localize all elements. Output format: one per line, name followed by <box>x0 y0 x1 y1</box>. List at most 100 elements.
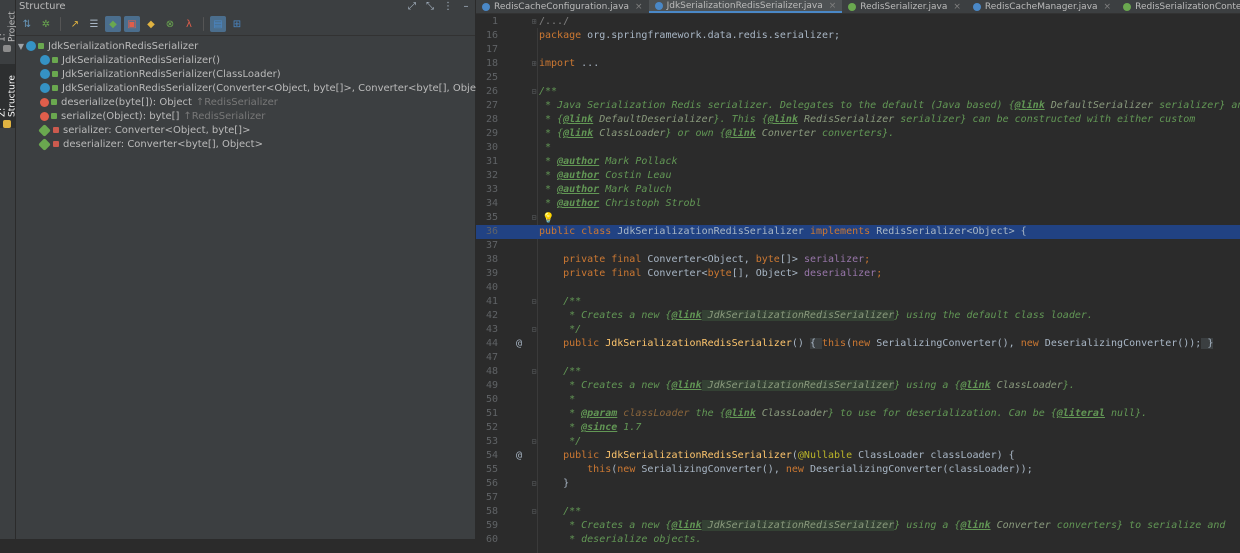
code-line[interactable]: 34 * @author Christoph Strobl <box>476 197 1240 211</box>
sort-visibility-icon[interactable]: ⇅ <box>19 16 35 32</box>
code-line[interactable]: 35 ⊟ 💡 <box>476 211 1240 225</box>
line-number: 44 <box>485 338 498 349</box>
fold-collapse-icon[interactable]: ⊟ <box>530 85 538 99</box>
editor-tab[interactable]: RedisSerializer.java × <box>842 0 967 13</box>
editor-tab[interactable]: RedisSerializationContext.java× <box>1117 0 1240 13</box>
fold-expand-icon[interactable]: ⊞ <box>530 15 538 29</box>
code-line[interactable]: 38 private final Converter<Object, byte[… <box>476 253 1240 267</box>
code-token: } <box>539 478 570 489</box>
fold-collapse-icon[interactable]: ⊟ <box>530 211 538 225</box>
tree-node[interactable]: serializer: Converter<Object, byte[]> <box>16 123 475 137</box>
code-line[interactable]: 44 @ public JdkSerializationRedisSerializ… <box>476 337 1240 351</box>
code-line[interactable]: 27 * Java Serialization Redis serializer… <box>476 99 1240 113</box>
code-line[interactable]: 50 * <box>476 393 1240 407</box>
tree-node[interactable]: JdkSerializationRedisSerializer(Converte… <box>16 81 498 95</box>
show-non-public-icon[interactable]: ▣ <box>124 16 140 32</box>
code-line[interactable]: 48 ⊟ /** <box>476 365 1240 379</box>
code-token: */ <box>539 324 582 335</box>
tree-node[interactable]: deserializer: Converter<byte[], Object> <box>16 137 475 151</box>
code-line[interactable]: 54 @ public JdkSerializationRedisSerializ… <box>476 449 1240 463</box>
autoscroll-from-source-icon[interactable]: λ <box>181 16 197 32</box>
fold-collapse-icon[interactable]: ⊟ <box>530 365 538 379</box>
code-line[interactable]: 28 * {@link DefaultDeserializer}. This {… <box>476 113 1240 127</box>
chevron-down-icon[interactable]: ▼ <box>16 42 26 51</box>
editor-tab[interactable]: JdkSerializationRedisSerializer.java × <box>648 0 843 13</box>
code-line[interactable]: 57 <box>476 491 1240 505</box>
line-number: 34 <box>485 198 498 209</box>
implementation-marker-icon[interactable]: @ <box>514 449 524 463</box>
close-icon[interactable]: × <box>1104 2 1112 12</box>
method-icon <box>40 97 49 107</box>
code-line[interactable]: 1 ⊞/.../ <box>476 15 1240 29</box>
code-line[interactable]: 25 <box>476 71 1240 85</box>
autoscroll-to-source-icon[interactable]: ⊗ <box>162 16 178 32</box>
settings-icon[interactable]: ⋮ <box>439 1 457 12</box>
show-inherited-icon[interactable]: ↗ <box>67 16 83 32</box>
code-line[interactable]: 16 package org.springframework.data.redis… <box>476 29 1240 43</box>
code-line[interactable]: 58 ⊟ /** <box>476 505 1240 519</box>
code-line[interactable]: 37 <box>476 239 1240 253</box>
fold-collapse-icon[interactable]: ⊟ <box>530 477 538 491</box>
code-line[interactable]: 51 * @param classLoader the {@link Class… <box>476 407 1240 421</box>
code-line[interactable]: 36 public class JdkSerializationRedisSeri… <box>476 225 1240 239</box>
toolbar-separator <box>60 17 61 31</box>
code-token: @link <box>671 310 702 321</box>
expand-all-icon[interactable]: ⊞ <box>229 16 245 32</box>
code-line[interactable]: 56 ⊟ } <box>476 477 1240 491</box>
tree-node[interactable]: deserialize(byte[]): Object ↑RedisSeriali… <box>16 95 475 109</box>
close-icon[interactable]: × <box>953 2 961 12</box>
minimize-icon[interactable]: – <box>457 1 475 12</box>
lightbulb-icon[interactable]: 💡 <box>542 212 554 224</box>
code-line[interactable]: 18 ⊞ import ... <box>476 57 1240 71</box>
code-token: JdkSerializationRedisSerializer <box>605 338 792 349</box>
show-lambdas-icon[interactable]: ◆ <box>143 16 159 32</box>
sort-alpha-icon[interactable]: ✲ <box>38 16 54 32</box>
code-line[interactable]: 52 * @since 1.7 <box>476 421 1240 435</box>
fold-expand-icon[interactable]: ⊞ <box>530 57 538 71</box>
implementation-marker-icon[interactable]: @ <box>514 337 524 351</box>
code-line[interactable]: 49 * Creates a new {@link JdkSerializati… <box>476 379 1240 393</box>
code-line[interactable]: 33 * @author Mark Paluch <box>476 183 1240 197</box>
tree-node[interactable]: JdkSerializationRedisSerializer(ClassLoa… <box>16 67 475 81</box>
code-line[interactable]: 47 <box>476 351 1240 365</box>
project-tool-tab[interactable]: 1: Project <box>0 2 18 52</box>
fold-collapse-icon[interactable]: ⊟ <box>530 435 538 449</box>
show-properties-icon[interactable]: ◆ <box>105 16 121 32</box>
close-icon[interactable]: × <box>635 2 643 12</box>
fold-collapse-icon[interactable]: ⊟ <box>530 295 538 309</box>
code-text: * <box>539 393 575 407</box>
code-line[interactable]: 29 * {@link ClassLoader} or own {@link C… <box>476 127 1240 141</box>
code-text: /.../ <box>539 15 569 29</box>
code-token: * <box>539 408 582 419</box>
line-number: 41 <box>485 296 498 307</box>
code-line[interactable]: 41 ⊟ /** <box>476 295 1240 309</box>
code-line[interactable]: 55 this(new SerializingConverter(), new … <box>476 463 1240 477</box>
expand-icon[interactable]: ⤢ <box>403 1 421 12</box>
code-line[interactable]: 40 <box>476 281 1240 295</box>
code-line[interactable]: 53 ⊟ */ <box>476 435 1240 449</box>
close-icon[interactable]: × <box>829 1 837 11</box>
show-fields-icon[interactable]: ☰ <box>86 16 102 32</box>
code-line[interactable]: 26 ⊟/** <box>476 85 1240 99</box>
fold-collapse-icon[interactable]: ⊟ <box>530 323 538 337</box>
editor-tab[interactable]: RedisCacheManager.java × <box>967 0 1117 13</box>
code-line[interactable]: 17 <box>476 43 1240 57</box>
structure-tool-tab[interactable]: Z: Structure <box>0 64 18 128</box>
anonymous-classes-icon[interactable]: ▤ <box>210 16 226 32</box>
tree-node[interactable]: JdkSerializationRedisSerializer() <box>16 53 475 67</box>
tree-node[interactable]: serialize(Object): byte[] ↑RedisSerialize… <box>16 109 475 123</box>
code-line[interactable]: 43 ⊟ */ <box>476 323 1240 337</box>
collapse-icon[interactable]: ⤡ <box>421 1 439 12</box>
code-line[interactable]: 39 private final Converter<byte[], Objec… <box>476 267 1240 281</box>
code-token: serializer} and <box>1153 100 1240 111</box>
editor-tab[interactable]: RedisCacheConfiguration.java × <box>476 0 649 13</box>
code-line[interactable]: 32 * @author Costin Leau <box>476 169 1240 183</box>
code-line[interactable]: 60 * deserialize objects. <box>476 533 1240 547</box>
tool-window-strip: 1: Project Z: Structure <box>0 0 18 539</box>
fold-collapse-icon[interactable]: ⊟ <box>530 505 538 519</box>
code-line[interactable]: 59 * Creates a new {@link JdkSerializati… <box>476 519 1240 533</box>
code-line[interactable]: 42 * Creates a new {@link JdkSerializati… <box>476 309 1240 323</box>
code-line[interactable]: 31 * @author Mark Pollack <box>476 155 1240 169</box>
tree-node[interactable]: ▼ JdkSerializationRedisSerializer <box>16 39 475 53</box>
code-line[interactable]: 30 * <box>476 141 1240 155</box>
